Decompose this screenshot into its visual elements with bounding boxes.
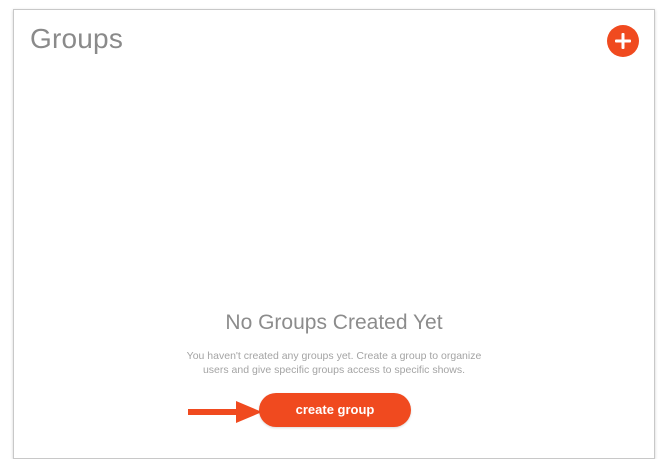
- empty-state-description: You haven't created any groups yet. Crea…: [186, 350, 482, 376]
- page-title: Groups: [30, 23, 124, 54]
- create-group-button[interactable]: create group: [259, 393, 411, 427]
- plus-icon: [615, 33, 631, 49]
- arrow-right-icon: [188, 401, 262, 423]
- empty-state-title: No Groups Created Yet: [225, 311, 443, 334]
- groups-panel: Groups No Groups Created Yet You haven't…: [13, 9, 655, 459]
- add-group-button[interactable]: [607, 25, 639, 57]
